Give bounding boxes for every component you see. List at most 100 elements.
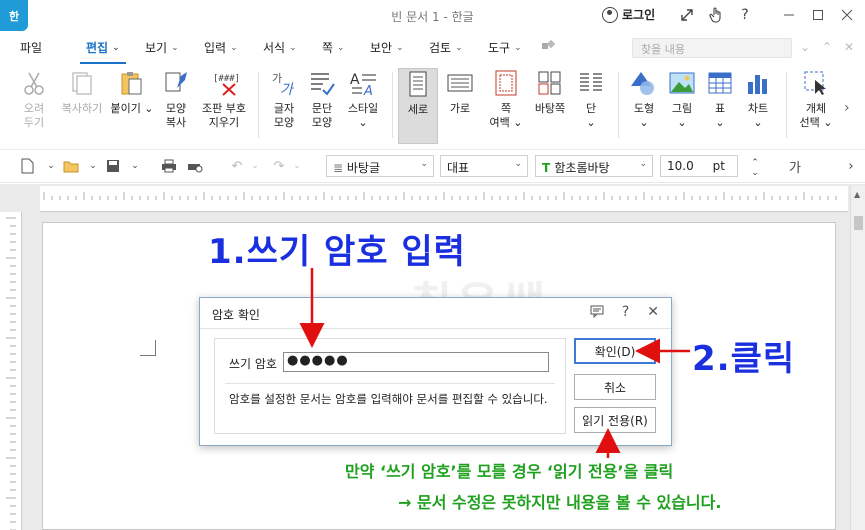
annotation-step2: 2.클릭 xyxy=(692,339,796,379)
maximize-icon[interactable] xyxy=(807,4,829,26)
para-shape-icon xyxy=(309,70,335,96)
menu-page[interactable]: 쪽 ⌄ xyxy=(322,39,345,56)
password-dialog: 암호 확인 ? ✕ 쓰기 암호 ●●●●● 암호를 설정한 문서는 암호를 입력… xyxy=(199,297,672,446)
style-icon: AA xyxy=(350,70,376,99)
crop-mark xyxy=(140,340,156,356)
hand-pointer-icon[interactable] xyxy=(705,4,727,26)
cancel-button[interactable]: 취소 xyxy=(574,374,656,400)
close-window-icon[interactable] xyxy=(836,4,858,26)
shape-icon xyxy=(631,70,657,96)
style-list-icon: ≣ xyxy=(333,161,347,175)
table-icon xyxy=(707,70,733,96)
title-bar: 한 빈 문서 1 - 한글 로그인 ? xyxy=(0,0,865,31)
find-prev-icon[interactable]: ⌄ xyxy=(800,40,810,54)
login-button[interactable]: 로그인 xyxy=(602,6,655,23)
menu-view[interactable]: 보기 ⌄ xyxy=(145,39,179,56)
landscape-icon xyxy=(447,70,473,96)
scroll-up-icon[interactable]: ▲ xyxy=(854,190,860,199)
dialog-title: 암호 확인 xyxy=(212,308,260,322)
password-group: 쓰기 암호 ●●●●● 암호를 설정한 문서는 암호를 입력해야 문서를 편집할… xyxy=(214,338,566,434)
new-doc-dropdown-icon[interactable]: ⌄ xyxy=(42,157,60,175)
svg-text:[###]: [###] xyxy=(213,74,240,84)
help-text: 암호를 설정한 문서는 암호를 입력해야 문서를 편집할 수 있습니다. xyxy=(229,392,548,406)
format-expand-icon[interactable]: › xyxy=(842,157,860,175)
columns-button[interactable]: 단 ⌄ xyxy=(568,70,614,130)
redo-dropdown-icon[interactable]: ⌄ xyxy=(288,157,306,175)
open-dropdown-icon[interactable]: ⌄ xyxy=(84,157,102,175)
menu-review[interactable]: 검토 ⌄ xyxy=(429,39,463,56)
user-icon xyxy=(602,6,618,23)
save-icon[interactable] xyxy=(104,157,122,175)
puzzle-icon[interactable] xyxy=(540,39,556,53)
open-folder-icon[interactable] xyxy=(62,157,80,175)
portrait-button[interactable]: 세로 xyxy=(398,68,438,144)
char-glyph[interactable]: 가 xyxy=(786,157,804,176)
ribbon-expand-icon[interactable]: › xyxy=(844,100,850,116)
style-button[interactable]: AA 스타일 ⌄ xyxy=(337,70,389,130)
redo-icon[interactable]: ↷ xyxy=(270,157,288,175)
menu-tools[interactable]: 도구 ⌄ xyxy=(488,39,522,56)
menu-security[interactable]: 보안 ⌄ xyxy=(370,39,404,56)
find-close-icon[interactable]: ✕ xyxy=(844,40,854,54)
format-painter-icon xyxy=(163,70,189,96)
svg-text:가: 가 xyxy=(280,82,295,96)
print-preview-icon[interactable] xyxy=(186,157,204,175)
select-object-icon xyxy=(803,70,829,96)
print-icon[interactable] xyxy=(160,157,178,175)
clear-codes-button[interactable]: [###] 조판 부호 지우기 xyxy=(194,70,254,130)
write-password-input[interactable]: ●●●●● xyxy=(283,352,549,372)
horizontal-ruler[interactable] xyxy=(40,186,848,212)
scroll-thumb[interactable] xyxy=(854,216,863,230)
help-icon[interactable]: ? xyxy=(734,4,756,26)
save-dropdown-icon[interactable]: ⌄ xyxy=(126,157,144,175)
menu-insert[interactable]: 입력 ⌄ xyxy=(204,39,238,56)
language-select[interactable]: 대표 ⌄ xyxy=(440,155,528,177)
margin-icon xyxy=(493,70,519,96)
picture-icon xyxy=(669,70,695,96)
undo-dropdown-icon[interactable]: ⌄ xyxy=(246,157,264,175)
copy-button[interactable]: 복사하기 xyxy=(56,70,108,116)
paste-icon xyxy=(119,70,145,96)
vertical-ruler[interactable] xyxy=(0,212,22,530)
chart-button[interactable]: 차트 ⌄ xyxy=(732,70,784,130)
ribbon-toolbar: 오려 두기 복사하기 붙이기 ⌄ 모양 복사 [###] 조판 부호 지우기 가… xyxy=(0,64,865,150)
style-select[interactable]: ≣ 바탕글 ⌄ xyxy=(326,155,434,177)
minimize-icon[interactable] xyxy=(778,4,800,26)
scissors-icon xyxy=(21,70,47,96)
menu-edit[interactable]: 편집 ⌄ xyxy=(80,39,126,64)
svg-text:A: A xyxy=(350,72,360,88)
password-label: 쓰기 암호 xyxy=(229,357,277,371)
cut-button[interactable]: 오려 두기 xyxy=(8,70,60,130)
font-size-down-icon[interactable]: ⌄ xyxy=(746,164,764,182)
find-input[interactable]: 찾을 내용 xyxy=(632,38,792,58)
landscape-button[interactable]: 가로 xyxy=(440,70,480,116)
copy-icon xyxy=(69,70,95,96)
font-icon: T xyxy=(542,161,555,175)
portrait-icon xyxy=(405,71,431,97)
undo-icon[interactable]: ↶ xyxy=(228,157,246,175)
svg-text:A: A xyxy=(363,84,373,96)
char-shape-icon: 가가 xyxy=(271,70,297,98)
find-next-icon[interactable]: ⌃ xyxy=(822,40,832,54)
menu-format[interactable]: 서식 ⌄ xyxy=(263,39,297,56)
new-doc-icon[interactable] xyxy=(18,157,36,175)
font-size-input[interactable]: 10.0 pt xyxy=(660,155,738,177)
fullscreen-icon[interactable] xyxy=(676,4,698,26)
clear-codes-icon: [###] xyxy=(211,70,240,96)
menu-file[interactable]: 파일 xyxy=(20,39,42,56)
font-select[interactable]: T 함초롬바탕 ⌄ xyxy=(535,155,653,177)
comment-icon[interactable] xyxy=(590,304,604,322)
select-object-button[interactable]: 개체 선택 ⌄ xyxy=(790,70,842,130)
columns-icon xyxy=(578,70,604,96)
chart-icon xyxy=(745,70,771,96)
annotation-step1: 1.쓰기 암호 입력 xyxy=(208,232,466,272)
annotation-note-line2: → 문서 수정은 못하지만 내용을 볼 수 있습니다. xyxy=(398,493,722,512)
login-label: 로그인 xyxy=(622,8,656,22)
dialog-close-icon[interactable]: ✕ xyxy=(647,304,659,322)
vertical-scrollbar[interactable]: ▲ xyxy=(850,186,865,530)
read-only-button[interactable]: 읽기 전용(R) xyxy=(574,407,656,433)
dialog-help-icon[interactable]: ? xyxy=(622,304,629,322)
confirm-button[interactable]: 확인(D) xyxy=(574,338,656,364)
annotation-note-line1: 만약 ‘쓰기 암호’를 모를 경우 ‘읽기 전용’을 클릭 xyxy=(345,462,674,481)
format-toolbar: ⌄ ⌄ ⌄ ↶ ⌄ ↷ ⌄ ≣ 바탕글 ⌄ 대표 ⌄ T 함초롬바탕 ⌄ 10.0 p… xyxy=(0,150,865,183)
